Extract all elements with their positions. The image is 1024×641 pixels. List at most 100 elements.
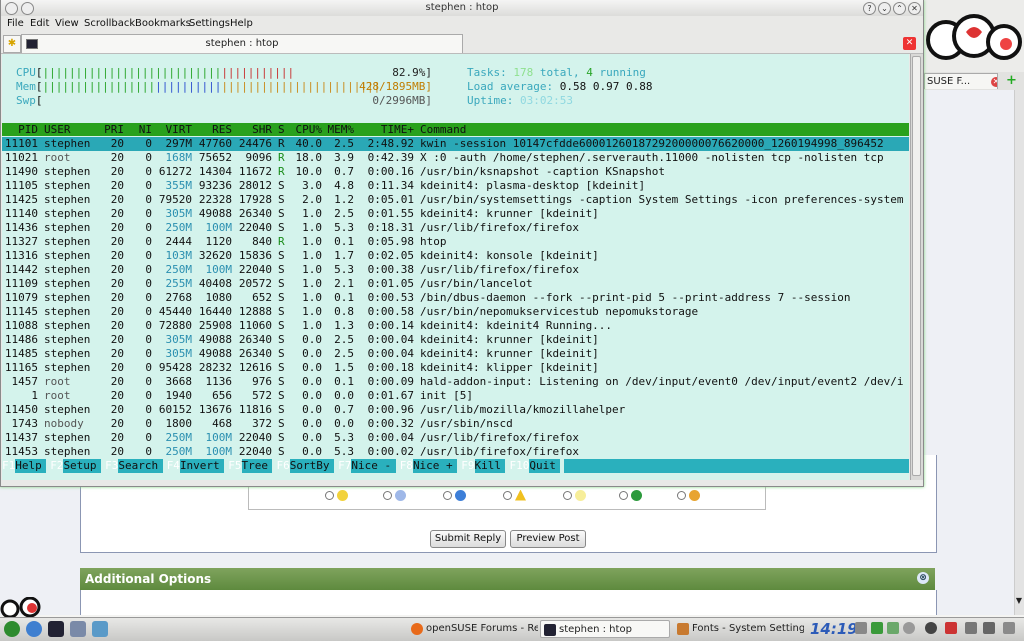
task-firefox[interactable]: openSUSE Forums - Repl... (408, 620, 538, 638)
process-row[interactable]: 11165 stephen 20 0 95428 28232 12616 S 0.0 1.5 0:0… (2, 361, 909, 375)
power-icon[interactable] (925, 622, 937, 634)
smiley-option[interactable] (383, 488, 406, 502)
terminal-icon[interactable] (48, 621, 64, 637)
process-row[interactable]: 11486 stephen 20 0 305M 49088 26340 S 0.0 2.5 0:00… (2, 333, 909, 347)
konsole-tab[interactable]: stephen : htop (21, 34, 463, 53)
tray-app-icon[interactable] (965, 622, 977, 634)
fkey-nice[interactable]: F8Nice + (400, 459, 458, 473)
desktop-icon[interactable] (92, 621, 108, 637)
task-konsole[interactable]: stephen : htop (540, 620, 670, 638)
process-row[interactable]: 11079 stephen 20 0 2768 1080 652 S 1.0 0.1 0:00.53… (2, 291, 909, 305)
smiley-option[interactable] (619, 488, 642, 502)
additional-options-header[interactable]: Additional Options ⊗ (80, 568, 935, 590)
process-cell: 652 (252, 291, 272, 304)
mascot-icon[interactable] (945, 622, 957, 634)
column-header[interactable]: SHR (236, 123, 272, 136)
cashew-icon[interactable] (1003, 622, 1015, 634)
help-icon[interactable]: ? (863, 2, 876, 15)
process-row[interactable]: 1457 root 20 0 3668 1136 976 S 0.0 0.1 0:00.09 hald… (2, 375, 909, 389)
window-titlebar[interactable]: stephen : htop ? ⌄ ⌃ ✕ (1, 0, 923, 16)
column-header[interactable]: Command (420, 123, 910, 136)
smiley-option[interactable] (563, 488, 586, 502)
preview-post-button[interactable]: Preview Post (510, 530, 586, 548)
column-header[interactable]: TIME+ (362, 123, 414, 136)
process-row[interactable]: 11140 stephen 20 0 305M 49088 26340 S 1.0 2.5 0:01… (2, 207, 909, 221)
process-row[interactable]: 11437 stephen 20 0 250M 100M 22040 S 0.0 5.3 0:00.… (2, 431, 909, 445)
menu-file[interactable]: File (7, 17, 24, 31)
submit-reply-button[interactable]: Submit Reply (430, 530, 506, 548)
new-tab-icon[interactable]: ✱ (3, 35, 21, 53)
clipboard-icon[interactable] (855, 622, 867, 634)
terminal-area[interactable]: CPU[||||||||||||||||||||||||||||||||||||… (2, 54, 909, 480)
process-row[interactable]: 11316 stephen 20 0 103M 32620 15836 S 1.0 1.7 0:02… (2, 249, 909, 263)
fkey-nice[interactable]: F7Nice - (338, 459, 396, 473)
menu-scrollback[interactable]: Scrollback (84, 17, 135, 31)
fkey-kill[interactable]: F9Kill (461, 459, 506, 473)
column-header[interactable]: VIRT (156, 123, 193, 136)
fkey-quit[interactable]: F10Quit (510, 459, 561, 473)
network-icon[interactable] (871, 622, 883, 634)
process-row[interactable]: 11109 stephen 20 0 255M 40408 20572 S 1.0 2.1 0:01… (2, 277, 909, 291)
close-icon[interactable]: ✕ (908, 2, 921, 15)
globe-icon[interactable] (26, 621, 42, 637)
terminal-scrollbar[interactable] (910, 54, 923, 480)
column-header[interactable]: NI (130, 123, 152, 136)
column-header[interactable]: PID (2, 123, 38, 136)
process-row[interactable]: 11101 stephen 20 0 297M 47760 24476 R 40.0 2.5 2:4… (2, 137, 909, 151)
close-tab-icon[interactable]: ✕ (991, 77, 997, 87)
close-tab-icon[interactable]: ✕ (903, 37, 916, 50)
process-row[interactable]: 1743 nobody 20 0 1800 468 372 S 0.0 0.0 0:00.32/us… (2, 417, 909, 431)
column-header[interactable]: CPU% (292, 123, 323, 136)
process-row[interactable]: 11453 stephen 20 0 250M 100M 22040 S 0.0 5.3 0:00.… (2, 445, 909, 459)
process-cell: 20 (110, 277, 124, 290)
task-system-settings[interactable]: Fonts - System Settings (674, 620, 804, 638)
smiley-option[interactable] (503, 488, 526, 502)
volume-icon[interactable] (903, 622, 915, 634)
process-row[interactable]: 11425 stephen 20 0 79520 22328 17928 S 2.0 1.2 0:0… (2, 193, 909, 207)
clock[interactable]: 14:19 (810, 619, 858, 639)
smiley-option[interactable] (443, 488, 466, 502)
maximize-icon[interactable]: ⌃ (893, 2, 906, 15)
fkey-search[interactable]: F3Search (105, 459, 163, 473)
smiley-option[interactable] (325, 488, 348, 502)
mem-meter: Mem[||||||||||||||||||||||||||||||||||||… (16, 80, 381, 93)
process-row[interactable]: 11327 stephen 20 0 2444 1120 840 R 1.0 0.1 0:05.98… (2, 235, 909, 249)
process-row[interactable]: 11450 stephen 20 0 60152 13676 11816 S 0.0 0.7 0:0… (2, 403, 909, 417)
fkey-help[interactable]: F1Help (2, 459, 47, 473)
column-header[interactable]: PRI (102, 123, 124, 136)
fkey-setup[interactable]: F2Setup (50, 459, 101, 473)
fkey-tree[interactable]: F5Tree (228, 459, 273, 473)
column-header[interactable]: MEM% (324, 123, 355, 136)
fkey-invert[interactable]: F4Invert (167, 459, 225, 473)
new-tab-icon[interactable]: + (1006, 73, 1017, 88)
process-row[interactable]: 11145 stephen 20 0 45440 16440 12888 S 1.0 0.8 0:0… (2, 305, 909, 319)
minimize-icon[interactable]: ⌄ (878, 2, 891, 15)
process-row[interactable]: 11490 stephen 20 0 61272 14304 11672 R 10.0 0.7 0:… (2, 165, 909, 179)
process-row[interactable]: 11442 stephen 20 0 250M 100M 22040 S 1.0 5.3 0:00.… (2, 263, 909, 277)
column-header[interactable]: USER (44, 123, 100, 136)
files-icon[interactable] (70, 621, 86, 637)
kickoff-menu-icon[interactable] (4, 621, 20, 637)
scrollbar-thumb[interactable] (912, 56, 921, 476)
process-row[interactable]: 11105 stephen 20 0 355M 93236 28012 S 3.0 4.8 0:11… (2, 179, 909, 193)
process-row[interactable]: 11088 stephen 20 0 72880 25908 11060 S 1.0 1.3 0:0… (2, 319, 909, 333)
menu-edit[interactable]: Edit (30, 17, 49, 31)
column-header[interactable]: RES (196, 123, 232, 136)
process-row[interactable]: 11021 root 20 0 168M 75652 9096 R 18.0 3.9 0:42.39… (2, 151, 909, 165)
menu-bookmarks[interactable]: Bookmarks (135, 17, 191, 31)
collapse-icon[interactable]: ⊗ (917, 572, 929, 584)
process-row[interactable]: 1 root 20 0 1940 656 572 S 0.0 0.0 0:01.67 init [5] (2, 389, 909, 403)
process-row[interactable]: 11436 stephen 20 0 250M 100M 22040 S 1.0 5.3 0:18.… (2, 221, 909, 235)
menu-view[interactable]: View (55, 17, 79, 31)
process-row[interactable]: 11485 stephen 20 0 305M 49088 26340 S 0.0 2.5 0:00… (2, 347, 909, 361)
scroll-down-icon[interactable]: ▼ (1014, 596, 1024, 606)
tray-app-icon[interactable] (983, 622, 995, 634)
menu-help[interactable]: Help (230, 17, 253, 31)
device-icon[interactable] (887, 622, 899, 634)
browser-scrollbar[interactable] (1014, 90, 1024, 615)
browser-tab[interactable]: SUSE F... ✕ (924, 73, 998, 89)
column-header[interactable]: S (278, 123, 288, 136)
smiley-option[interactable] (677, 488, 700, 502)
fkey-sortby[interactable]: F6SortBy (277, 459, 334, 473)
menu-settings[interactable]: Settings (189, 17, 230, 31)
